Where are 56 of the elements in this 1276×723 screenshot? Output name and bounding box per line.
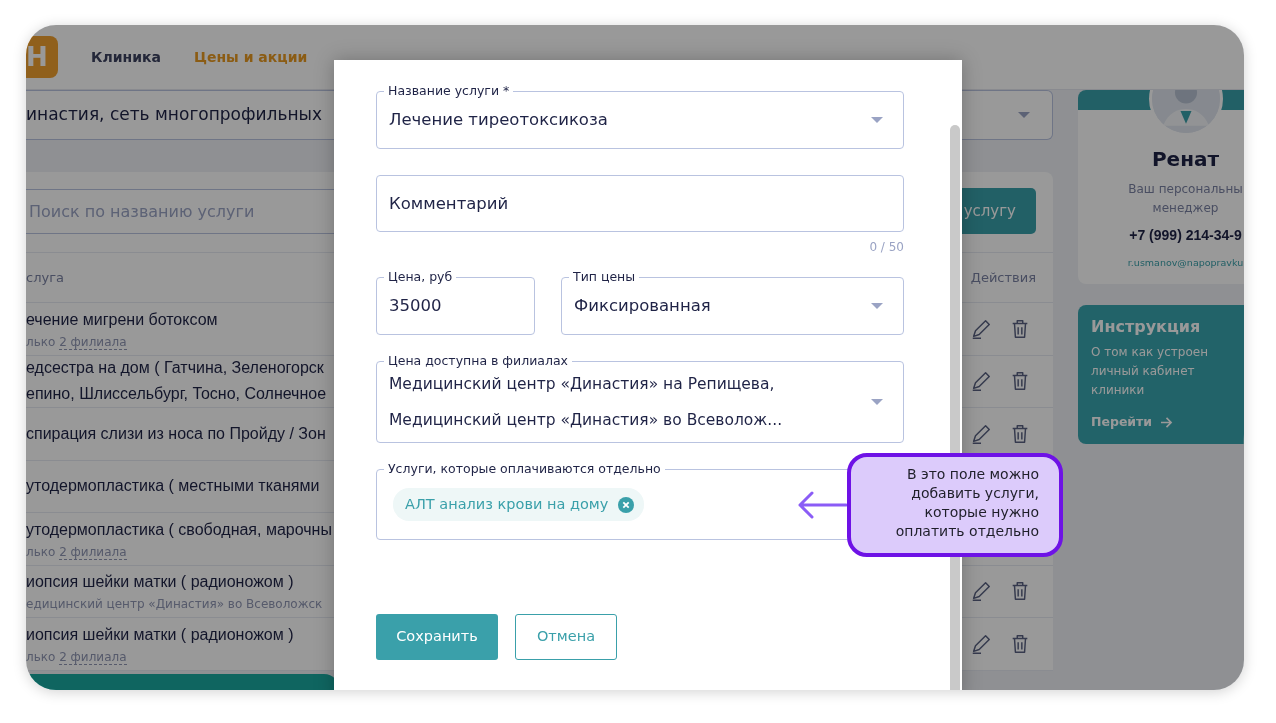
field-label: Название услуги *: [384, 83, 514, 99]
branch-note: лько: [26, 334, 57, 349]
caret-icon[interactable]: [1018, 112, 1030, 118]
arrow-icon: [797, 491, 847, 519]
instruction-link[interactable]: Перейти: [1091, 413, 1174, 432]
nav-link[interactable]: Цены и акции: [193, 46, 308, 68]
field-value: Медицинский центр «Династия» во Всеволож...: [389, 410, 783, 431]
column-header: Действия: [970, 268, 1036, 287]
character-counter: 0 / 50: [868, 239, 904, 255]
field-label: Тип цены: [569, 269, 640, 285]
instruction-text: О том как устроен личный кабинет клиники: [1091, 344, 1209, 399]
field-value: Лечение тиреотоксикоза: [389, 108, 608, 131]
service-name: едсестра на дом ( Гатчина, Зеленогорск: [26, 357, 325, 378]
service-chip[interactable]: АЛТ анализ крови на дому: [393, 487, 645, 522]
branches-link[interactable]: 2 филиала: [59, 544, 127, 560]
edit-icon[interactable]: [970, 317, 992, 340]
nav-link[interactable]: Клиника: [91, 46, 161, 68]
caret-icon[interactable]: [871, 399, 883, 405]
field-label: Услуги, которые оплачиваются отдельно: [384, 461, 665, 477]
service-name: утодермопластика ( свободная, марочны: [26, 519, 332, 540]
service-name: иопсия шейки матки ( радионожом ): [26, 624, 294, 645]
service-name: ечение мигрени ботоксом: [26, 309, 218, 330]
manager-name: Ренат: [1150, 146, 1221, 173]
callout-tooltip: В это поле можно добавить услуги, которые нужно оплатить отдельно: [847, 453, 1063, 557]
field-label: Цена доступна в филиалах: [384, 353, 572, 369]
caret-icon[interactable]: [871, 303, 883, 309]
branch-note: лько: [26, 649, 57, 664]
comment-field[interactable]: Комментарий: [376, 175, 904, 232]
branch-note: едицинский центр «Династия» во Всеволожск: [26, 596, 323, 614]
cancel-button[interactable]: Отмена: [515, 614, 617, 660]
manager-role: Ваш персональны менеджер: [1127, 181, 1244, 217]
service-name: иопсия шейки матки ( радионожом ): [26, 572, 295, 593]
service-name: утодермопластика ( местными тканями: [26, 476, 320, 497]
field-value: Фиксированная: [574, 294, 711, 317]
column-header: слуга: [26, 268, 64, 287]
edit-icon[interactable]: [970, 370, 992, 393]
instruction-title: Инструкция: [1091, 316, 1202, 339]
edit-icon[interactable]: [970, 580, 992, 603]
service-name: спирация слизи из носа по Пройду / Зон: [26, 423, 326, 444]
caret-icon[interactable]: [871, 117, 883, 123]
arrow-icon: [1160, 417, 1174, 429]
field-value: 35000: [389, 294, 442, 317]
field-label: Цена, руб: [384, 269, 457, 285]
clinic-value: инастия, сеть многопрофильных: [26, 103, 323, 127]
service-name: епино, Шлиссельбург, Тосно, Солнечное: [26, 384, 327, 405]
manager-email[interactable]: r.usmanov@napopravku: [1078, 256, 1244, 271]
edit-icon[interactable]: [970, 632, 992, 655]
save-button[interactable]: Сохранить: [376, 614, 498, 660]
edit-icon[interactable]: [970, 422, 992, 445]
branches-link[interactable]: 2 филиала: [59, 649, 127, 665]
branches-link[interactable]: 2 филиала: [59, 334, 127, 350]
branch-note: лько: [26, 544, 57, 559]
field-value: Медицинский центр «Династия» на Репищева,: [389, 374, 776, 395]
logo[interactable]: Н: [26, 36, 58, 78]
manager-phone: +7 (999) 214-34-9: [1128, 226, 1243, 246]
remove-icon[interactable]: [618, 496, 635, 513]
